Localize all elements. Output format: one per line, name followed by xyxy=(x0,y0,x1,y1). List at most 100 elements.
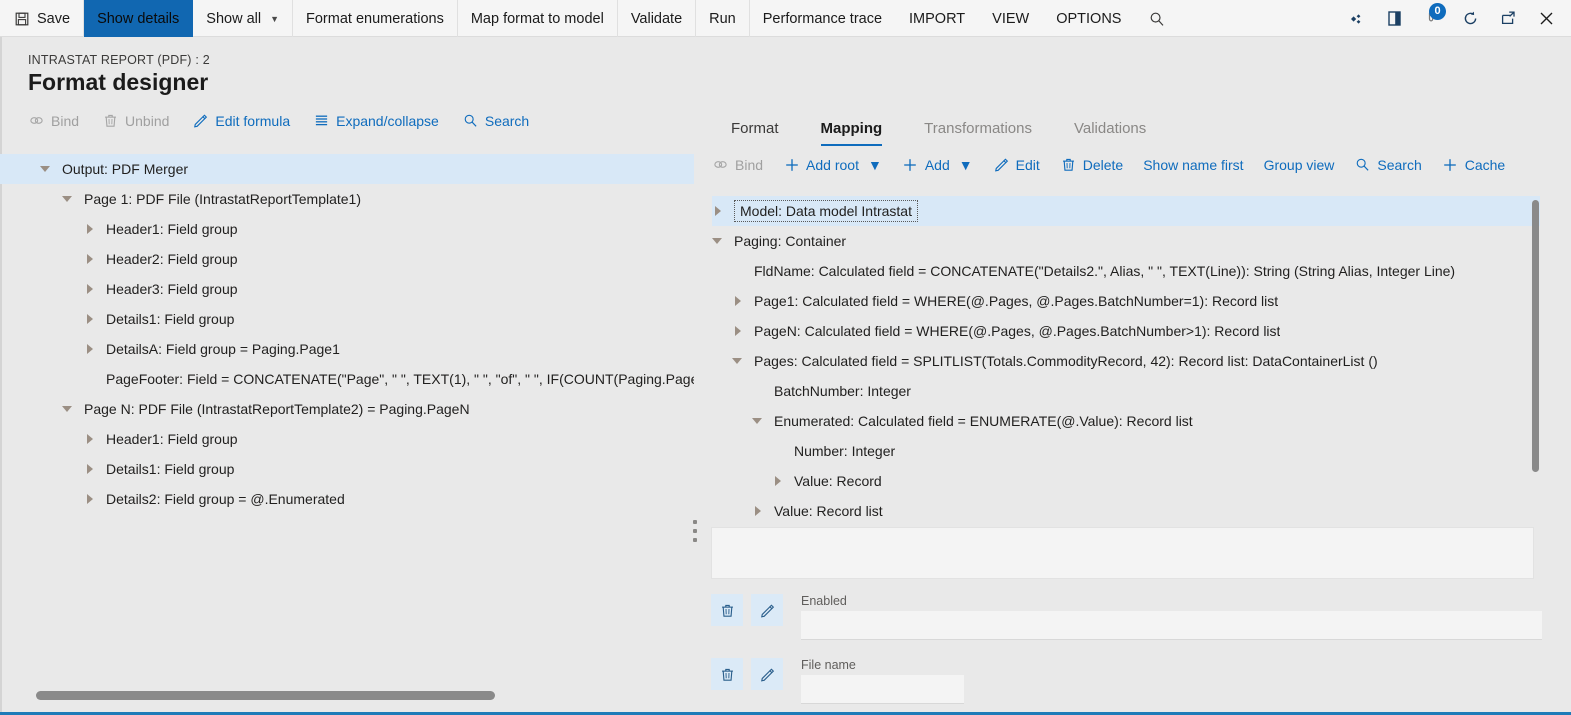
command-import[interactable]: IMPORT xyxy=(896,0,979,37)
tree-row[interactable]: Enumerated: Calculated field = ENUMERATE… xyxy=(712,406,1540,436)
vertical-scrollbar-thumb[interactable] xyxy=(1532,200,1539,472)
tree-row[interactable]: Paging: Container xyxy=(712,226,1540,256)
tree-row[interactable]: PageN: Calculated field = WHERE(@.Pages,… xyxy=(712,316,1540,346)
tree-row[interactable]: DetailsA: Field group = Paging.Page1 xyxy=(0,334,694,364)
tree-row[interactable]: Header3: Field group xyxy=(0,274,694,304)
settings-diamond-icon[interactable] xyxy=(1337,0,1375,37)
tree-row[interactable]: BatchNumber: Integer xyxy=(712,376,1540,406)
mapping-tree[interactable]: Model: Data model Intrastat Paging: Conta… xyxy=(712,196,1540,531)
field-input[interactable] xyxy=(801,675,964,704)
tree-row[interactable]: Header2: Field group xyxy=(0,244,694,274)
action-expand-collapse[interactable]: Expand/collapse xyxy=(313,112,439,129)
popout-icon[interactable] xyxy=(1489,0,1527,37)
action-add[interactable]: Add ▼ xyxy=(902,156,973,173)
format-tree[interactable]: Output: PDF Merger Page 1: PDF File (Intr… xyxy=(0,154,694,694)
trash-icon[interactable] xyxy=(711,594,743,626)
chevron-right-icon[interactable] xyxy=(84,283,96,295)
command-validate[interactable]: Validate xyxy=(618,0,697,37)
action-label: Bind xyxy=(51,112,80,129)
field-input[interactable] xyxy=(801,611,1542,640)
command-performance-trace[interactable]: Performance trace xyxy=(750,0,896,37)
tree-row[interactable]: Page N: PDF File (IntrastatReportTemplat… xyxy=(0,394,694,424)
row-overflow-menu[interactable] xyxy=(691,520,699,542)
panel-tabs: Format Mapping Transformations Validations xyxy=(710,108,1167,146)
action-delete[interactable]: Delete xyxy=(1060,156,1123,173)
command-view[interactable]: VIEW xyxy=(979,0,1043,37)
tree-row[interactable]: Model: Data model Intrastat xyxy=(712,196,1540,226)
command-options[interactable]: OPTIONS xyxy=(1043,0,1135,37)
link-icon xyxy=(712,156,729,173)
vertical-scrollbar[interactable] xyxy=(1532,196,1539,530)
command-label: VIEW xyxy=(992,10,1030,27)
command-save[interactable]: Save xyxy=(0,0,85,37)
tab-transformations[interactable]: Transformations xyxy=(903,110,1053,146)
tree-row[interactable]: FldName: Calculated field = CONCATENATE(… xyxy=(712,256,1540,286)
detail-field-row: Enabled xyxy=(711,594,1542,640)
horizontal-scrollbar[interactable] xyxy=(0,690,694,701)
action-add-root[interactable]: Add root ▼ xyxy=(783,156,882,173)
tree-row[interactable]: Details1: Field group xyxy=(0,304,694,334)
chevron-right-icon[interactable] xyxy=(772,475,784,487)
tree-row[interactable]: Details2: Field group = @.Enumerated xyxy=(0,484,694,514)
help-panel-icon[interactable] xyxy=(1375,0,1413,37)
chevron-down-icon[interactable] xyxy=(62,403,74,415)
tab-label: Validations xyxy=(1073,119,1147,137)
chevron-right-icon[interactable] xyxy=(84,223,96,235)
tree-row[interactable]: Header1: Field group xyxy=(0,424,694,454)
tree-row[interactable]: Page 1: PDF File (IntrastatReportTemplat… xyxy=(0,184,694,214)
command-run[interactable]: Run xyxy=(696,0,750,37)
refresh-icon[interactable] xyxy=(1451,0,1489,37)
tree-row[interactable]: Header1: Field group xyxy=(0,214,694,244)
command-show-all[interactable]: Show all ▼ xyxy=(193,0,294,37)
chevron-down-icon[interactable] xyxy=(732,355,744,367)
chevron-right-icon[interactable] xyxy=(84,253,96,265)
command-search-button[interactable] xyxy=(1135,0,1178,37)
chevron-right-icon[interactable] xyxy=(84,433,96,445)
close-icon[interactable] xyxy=(1527,0,1565,37)
tree-row[interactable]: Pages: Calculated field = SPLITLIST(Tota… xyxy=(712,346,1540,376)
chevron-right-icon[interactable] xyxy=(752,505,764,517)
action-search[interactable]: Search xyxy=(462,112,529,129)
chevron-right-icon[interactable] xyxy=(712,205,724,217)
action-label: Search xyxy=(1377,156,1422,173)
chevron-down-icon[interactable] xyxy=(62,193,74,205)
chevron-right-icon[interactable] xyxy=(732,325,744,337)
notifications-icon[interactable]: 0 xyxy=(1413,0,1451,37)
action-edit[interactable]: Edit xyxy=(993,156,1040,173)
tree-row-label: Header2: Field group xyxy=(106,251,238,267)
command-show-details[interactable]: Show details xyxy=(84,0,194,37)
field-label: File name xyxy=(801,658,856,672)
tree-row[interactable]: PageFooter: Field = CONCATENATE("Page", … xyxy=(0,364,694,394)
tree-row[interactable]: Page1: Calculated field = WHERE(@.Pages,… xyxy=(712,286,1540,316)
tab-mapping[interactable]: Mapping xyxy=(800,110,904,146)
tree-row[interactable]: Output: PDF Merger xyxy=(0,154,694,184)
command-map-format-to-model[interactable]: Map format to model xyxy=(458,0,618,37)
trash-icon[interactable] xyxy=(711,658,743,690)
chevron-right-icon[interactable] xyxy=(84,313,96,325)
horizontal-scrollbar-thumb[interactable] xyxy=(36,691,495,700)
pencil-icon[interactable] xyxy=(751,658,783,690)
action-cache[interactable]: Cache xyxy=(1442,156,1505,173)
pencil-icon[interactable] xyxy=(751,594,783,626)
action-show-name-first[interactable]: Show name first xyxy=(1143,157,1243,173)
chevron-down-icon[interactable] xyxy=(752,415,764,427)
chevron-right-icon[interactable] xyxy=(732,295,744,307)
action-unbind: Unbind xyxy=(102,112,169,129)
tree-row-label: BatchNumber: Integer xyxy=(774,383,911,399)
chevron-down-icon[interactable] xyxy=(712,235,724,247)
tree-row[interactable]: Number: Integer xyxy=(712,436,1540,466)
chevron-right-icon[interactable] xyxy=(84,493,96,505)
tab-validations[interactable]: Validations xyxy=(1053,110,1167,146)
action-search[interactable]: Search xyxy=(1354,156,1422,173)
chevron-right-icon[interactable] xyxy=(84,343,96,355)
tree-row[interactable]: Value: Record xyxy=(712,466,1540,496)
tree-row[interactable]: Details1: Field group xyxy=(0,454,694,484)
action-group-view[interactable]: Group view xyxy=(1264,157,1335,173)
tab-format[interactable]: Format xyxy=(710,110,800,146)
action-edit-formula[interactable]: Edit formula xyxy=(192,112,290,129)
command-label: Save xyxy=(37,10,71,27)
chevron-down-icon[interactable] xyxy=(40,163,52,175)
command-format-enumerations[interactable]: Format enumerations xyxy=(293,0,458,37)
chevron-right-icon[interactable] xyxy=(84,463,96,475)
tree-row[interactable]: Value: Record list xyxy=(712,496,1540,526)
